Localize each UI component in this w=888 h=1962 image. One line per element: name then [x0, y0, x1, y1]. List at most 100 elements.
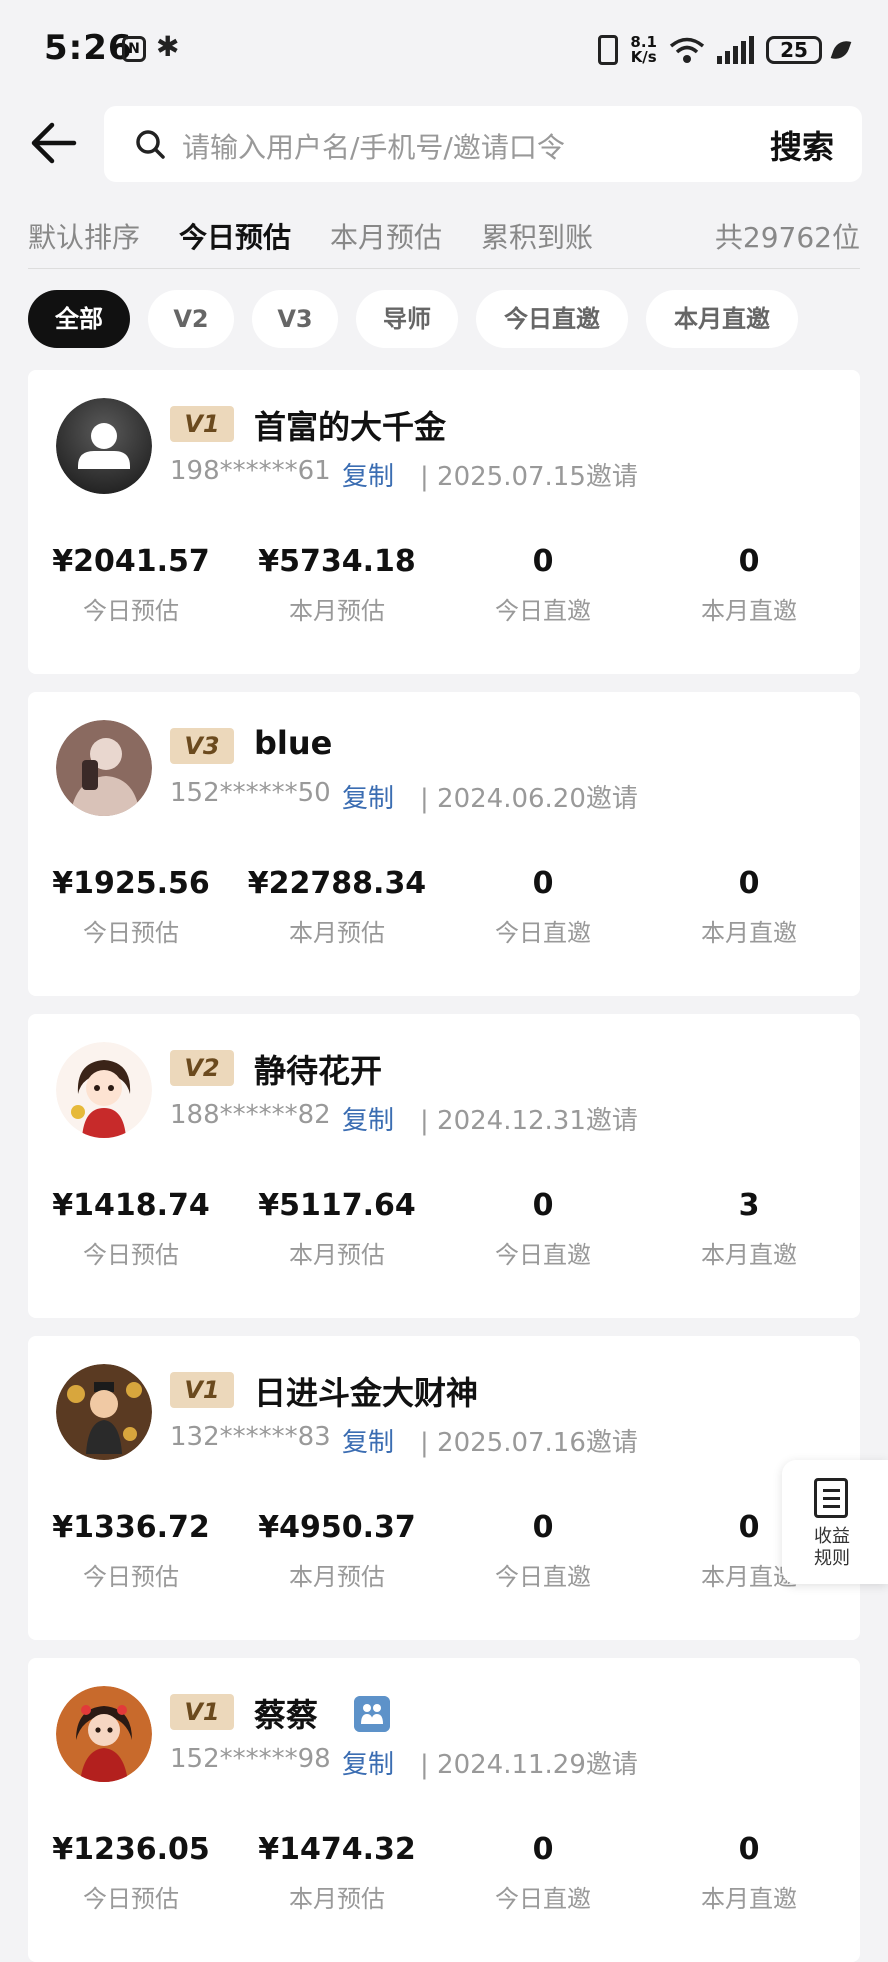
tab-default-sort[interactable]: 默认排序 — [28, 216, 140, 256]
stat-month-estimate: ¥4950.37 本月预估 — [234, 1510, 440, 1592]
stat-label: 本月直邀 — [701, 1241, 797, 1269]
copy-link[interactable]: 复制 — [342, 1744, 394, 1781]
avatar — [56, 720, 152, 816]
search-icon — [136, 130, 165, 159]
signal-icon — [717, 36, 754, 64]
invite-date: | 2024.06.20邀请 — [420, 784, 638, 814]
member-phone: 188******82 — [170, 1100, 331, 1130]
stat-value: ¥1236.05 — [52, 1832, 210, 1867]
stat-today-estimate: ¥1925.56 今日预估 — [28, 866, 234, 948]
status-right-icons: 8.1 K/s 25 — [598, 30, 852, 70]
stat-label: 今日预估 — [83, 597, 179, 625]
stat-today-invites: 0 今日直邀 — [440, 544, 646, 626]
divider — [28, 268, 860, 269]
stat-today-invites: 0 今日直邀 — [440, 1188, 646, 1270]
earnings-rules-line1: 收益 — [814, 1526, 850, 1547]
stat-label: 本月预估 — [289, 1885, 385, 1913]
chip-today-invites[interactable]: 今日直邀 — [476, 290, 628, 348]
bluetooth-icon: ✱ — [156, 30, 180, 63]
member-card[interactable]: V1 日进斗金大财神 132******83 复制 | 2025.07.16邀请… — [28, 1336, 860, 1640]
stat-label: 本月预估 — [289, 1563, 385, 1591]
copy-link[interactable]: 复制 — [342, 1100, 394, 1137]
member-card[interactable]: V3 blue 152******50 复制 | 2024.06.20邀请 ¥1… — [28, 692, 860, 996]
tab-today-estimate[interactable]: 今日预估 — [179, 216, 291, 256]
eco-leaf-icon — [830, 37, 852, 63]
stat-label: 今日直邀 — [495, 597, 591, 625]
tab-month-estimate[interactable]: 本月预估 — [330, 216, 442, 256]
member-card[interactable]: V1 首富的大千金 198******61 复制 | 2025.07.15邀请 … — [28, 370, 860, 674]
stat-month-invites: 3 本月直邀 — [646, 1188, 852, 1270]
member-phone: 198******61 — [170, 456, 331, 486]
avatar — [56, 398, 152, 494]
stat-label: 本月直邀 — [701, 597, 797, 625]
stat-value: 0 — [532, 1188, 554, 1223]
stat-value: ¥22788.34 — [247, 866, 427, 901]
invite-date: | 2024.12.31邀请 — [420, 1106, 638, 1136]
copy-link[interactable]: 复制 — [342, 1422, 394, 1459]
search-button[interactable]: 搜索 — [770, 122, 834, 168]
member-name: 静待花开 — [254, 1052, 383, 1090]
vibrate-icon — [598, 35, 619, 65]
stat-value: ¥2041.57 — [52, 544, 210, 579]
member-name: blue — [254, 724, 333, 762]
stat-value: ¥5734.18 — [258, 544, 416, 579]
chip-v2[interactable]: V2 — [148, 290, 234, 348]
level-badge: V2 — [170, 1050, 234, 1086]
invite-date: | 2024.11.29邀请 — [420, 1750, 638, 1780]
stat-label: 今日预估 — [83, 1563, 179, 1591]
net-speed-unit: K/s — [630, 48, 657, 66]
invite-date: | 2025.07.15邀请 — [420, 462, 638, 492]
status-time: 5:26 — [44, 28, 133, 68]
chip-all[interactable]: 全部 — [28, 290, 130, 348]
stat-month-invites: 0 本月直邀 — [646, 866, 852, 948]
battery-icon: 25 — [766, 36, 822, 64]
chip-month-invites[interactable]: 本月直邀 — [646, 290, 798, 348]
search-input[interactable]: 请输入用户名/手机号/邀请口令 搜索 — [104, 106, 862, 182]
stat-today-invites: 0 今日直邀 — [440, 1832, 646, 1914]
stat-value: ¥1925.56 — [52, 866, 210, 901]
stat-today-estimate: ¥1236.05 今日预估 — [28, 1832, 234, 1914]
member-card[interactable]: V1 蔡蔡 152******98 复制 | 2024.11.29邀请 ¥123… — [28, 1658, 860, 1962]
stat-today-invites: 0 今日直邀 — [440, 1510, 646, 1592]
stat-label: 本月直邀 — [701, 919, 797, 947]
document-list-icon — [814, 1478, 848, 1518]
nfc-icon: N — [122, 36, 146, 62]
stat-today-estimate: ¥2041.57 今日预估 — [28, 544, 234, 626]
search-placeholder: 请输入用户名/手机号/邀请口令 — [182, 131, 565, 164]
stat-label: 今日直邀 — [495, 919, 591, 947]
avatar — [56, 1042, 152, 1138]
copy-link[interactable]: 复制 — [342, 456, 394, 493]
wifi-icon — [669, 37, 705, 63]
stat-today-invites: 0 今日直邀 — [440, 866, 646, 948]
search-bar: 请输入用户名/手机号/邀请口令 搜索 — [0, 104, 888, 184]
stat-label: 今日预估 — [83, 919, 179, 947]
chip-mentor[interactable]: 导师 — [356, 290, 458, 348]
stat-value: 0 — [532, 544, 554, 579]
stat-month-estimate: ¥1474.32 本月预估 — [234, 1832, 440, 1914]
stat-value: 0 — [532, 866, 554, 901]
stat-month-estimate: ¥22788.34 本月预估 — [234, 866, 440, 948]
level-badge: V1 — [170, 1372, 234, 1408]
stat-value: ¥1336.72 — [52, 1510, 210, 1545]
member-phone: 152******50 — [170, 778, 331, 808]
stat-value: ¥1418.74 — [52, 1188, 210, 1223]
invite-date: | 2025.07.16邀请 — [420, 1428, 638, 1458]
stat-value: ¥1474.32 — [258, 1832, 416, 1867]
level-badge: V3 — [170, 728, 234, 764]
member-card[interactable]: V2 静待花开 188******82 复制 | 2024.12.31邀请 ¥1… — [28, 1014, 860, 1318]
chip-v3[interactable]: V3 — [252, 290, 338, 348]
member-name: 首富的大千金 — [254, 408, 447, 446]
level-badge: V1 — [170, 406, 234, 442]
earnings-rules-label: 收益 规则 — [782, 1526, 882, 1570]
stat-month-estimate: ¥5117.64 本月预估 — [234, 1188, 440, 1270]
stat-value: 0 — [738, 1832, 760, 1867]
earnings-rules-button[interactable]: 收益 规则 — [782, 1460, 888, 1584]
member-name: 日进斗金大财神 — [254, 1374, 479, 1412]
level-badge: V1 — [170, 1694, 234, 1730]
tab-accumulated[interactable]: 累积到账 — [481, 216, 593, 256]
back-arrow-icon[interactable] — [28, 120, 78, 166]
stat-value: ¥4950.37 — [258, 1510, 416, 1545]
copy-link[interactable]: 复制 — [342, 778, 394, 815]
stat-today-estimate: ¥1418.74 今日预估 — [28, 1188, 234, 1270]
sort-tabs: 默认排序 今日预估 本月预估 累积到账 共29762位 — [28, 212, 860, 262]
